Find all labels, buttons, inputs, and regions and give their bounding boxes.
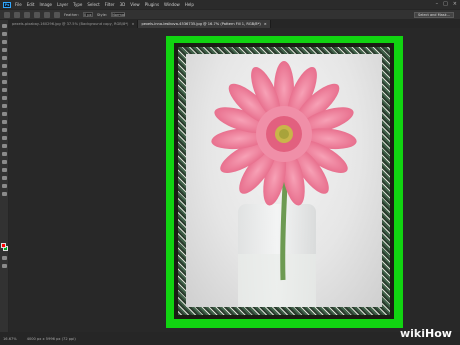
style-select[interactable]: Normal — [111, 12, 125, 17]
menu-edit[interactable]: Edit — [27, 2, 35, 7]
photoshop-logo: Ps — [3, 1, 11, 8]
zoom-level[interactable]: 16.67% — [3, 337, 17, 341]
marquee-tool-icon[interactable] — [2, 32, 7, 36]
tab-pexels-pixabay[interactable]: pexels-pixabay-160296.jpg @ 37.5% (Backg… — [9, 20, 139, 28]
clone-stamp-tool-icon[interactable] — [2, 96, 7, 100]
maximize-icon[interactable]: □ — [443, 1, 448, 7]
intersect-selection-icon[interactable] — [54, 11, 60, 18]
menu-window[interactable]: Window — [164, 2, 180, 7]
eraser-tool-icon[interactable] — [2, 112, 7, 116]
flower-photo — [186, 54, 382, 307]
watermark-wiki: wiki — [400, 327, 426, 340]
menu-3d[interactable]: 3D — [120, 2, 126, 7]
close-icon[interactable]: × — [453, 1, 457, 7]
frame-tool-icon[interactable] — [2, 64, 7, 68]
close-icon[interactable]: × — [264, 22, 267, 26]
history-brush-tool-icon[interactable] — [2, 104, 7, 108]
feather-input[interactable]: 0 px — [82, 12, 93, 17]
pink-gerbera-image — [211, 61, 357, 307]
zoom-tool-icon[interactable] — [2, 184, 7, 188]
select-and-mask-button[interactable]: Select and Mask... — [414, 12, 454, 18]
options-bar: Feather: 0 px Style: Normal Select and M… — [0, 9, 460, 20]
style-label: Style: — [96, 12, 108, 17]
menu-select[interactable]: Select — [87, 2, 99, 7]
tools-panel — [0, 20, 9, 332]
hand-tool-icon[interactable] — [2, 176, 7, 180]
menu-plugins[interactable]: Plugins — [145, 2, 159, 7]
tab-pexels-inna-lesikova[interactable]: pexels-inna-lesikova-4536735.jpg @ 16.7%… — [138, 20, 271, 28]
subtract-selection-icon[interactable] — [44, 11, 50, 18]
quick-mask-icon[interactable] — [2, 256, 7, 260]
lasso-tool-icon[interactable] — [2, 40, 7, 44]
rectangle-tool-icon[interactable] — [2, 168, 7, 172]
marquee-tool-icon[interactable] — [14, 11, 20, 18]
quick-select-tool-icon[interactable] — [2, 48, 7, 52]
menu-view[interactable]: View — [130, 2, 140, 7]
menu-image[interactable]: Image — [39, 2, 52, 7]
gradient-tool-icon[interactable] — [2, 120, 7, 124]
wikihow-watermark: wikiHow — [400, 327, 452, 340]
eyedropper-tool-icon[interactable] — [2, 72, 7, 76]
new-selection-icon[interactable] — [24, 11, 30, 18]
menu-help[interactable]: Help — [185, 2, 194, 7]
add-selection-icon[interactable] — [34, 11, 40, 18]
watermark-how: How — [425, 327, 452, 340]
tab-label: pexels-inna-lesikova-4536735.jpg @ 16.7%… — [141, 22, 261, 26]
minimize-icon[interactable]: – — [436, 1, 439, 7]
status-bar: 16.67% 4000 px x 5996 px (72 ppi) — [0, 332, 460, 345]
close-icon[interactable]: × — [131, 22, 134, 26]
path-selection-tool-icon[interactable] — [2, 160, 7, 164]
more-tools-icon[interactable] — [2, 192, 7, 196]
window-controls: – □ × — [436, 1, 457, 7]
crop-tool-icon[interactable] — [2, 56, 7, 60]
type-tool-icon[interactable] — [2, 152, 7, 156]
screen-mode-icon[interactable] — [2, 264, 7, 268]
brush-tool-icon[interactable] — [2, 88, 7, 92]
foreground-color-swatch[interactable] — [1, 243, 6, 248]
home-icon[interactable] — [4, 11, 10, 18]
dodge-tool-icon[interactable] — [2, 136, 7, 140]
document-tabs: pexels-pixabay-160296.jpg @ 37.5% (Backg… — [9, 20, 460, 28]
menu-bar: Ps File Edit Image Layer Type Select Fil… — [0, 0, 460, 9]
move-tool-icon[interactable] — [2, 24, 7, 28]
menu-file[interactable]: File — [15, 2, 22, 7]
menu-type[interactable]: Type — [73, 2, 82, 7]
menu-filter[interactable]: Filter — [105, 2, 115, 7]
healing-brush-tool-icon[interactable] — [2, 80, 7, 84]
document-dimensions: 4000 px x 5996 px (72 ppi) — [26, 336, 76, 341]
blur-tool-icon[interactable] — [2, 128, 7, 132]
pen-tool-icon[interactable] — [2, 144, 7, 148]
menu-layer[interactable]: Layer — [57, 2, 68, 7]
tab-label: pexels-pixabay-160296.jpg @ 37.5% (Backg… — [12, 22, 129, 26]
feather-label: Feather: — [64, 12, 79, 17]
